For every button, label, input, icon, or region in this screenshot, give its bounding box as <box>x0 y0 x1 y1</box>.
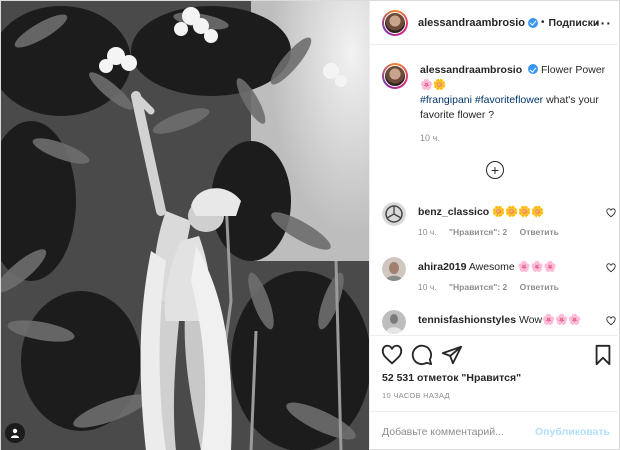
reply-button[interactable]: Ответить <box>520 227 559 237</box>
likes-count[interactable]: 52 531 отметок "Нравится" <box>382 372 521 384</box>
post-photo[interactable] <box>1 1 369 450</box>
user-icon <box>11 428 19 438</box>
author-username[interactable]: alessandraambrosio <box>418 17 525 29</box>
bookmark-icon[interactable] <box>592 344 614 366</box>
caption-emojis: 🌸🌼 <box>420 79 447 91</box>
comment-username[interactable]: ahira2019 <box>418 261 466 273</box>
comment-avatar[interactable] <box>382 257 406 281</box>
post-time-ago[interactable]: 10 ЧАСОВ НАЗАД <box>382 391 450 400</box>
post-header: alessandraambrosio • Подписки ··· <box>370 1 620 45</box>
comment-likes[interactable]: "Нравится": 2 <box>449 227 507 237</box>
comment-item: ahira2019 Awesome 🌸🌸🌸 10 ч. "Нравится": … <box>382 257 616 292</box>
comment-likes[interactable]: "Нравится": 2 <box>449 282 507 292</box>
comments-scroll-area[interactable]: alessandraambrosio Flower Power 🌸🌼 #fran… <box>370 57 620 335</box>
more-horizontal-icon[interactable]: ··· <box>595 15 612 31</box>
verified-icon <box>528 64 539 74</box>
caption-avatar[interactable] <box>382 63 408 89</box>
verified-icon <box>528 17 538 28</box>
post-photo-image <box>1 1 369 450</box>
post-caption: alessandraambrosio Flower Power 🌸🌼 #fran… <box>382 63 612 143</box>
comment-item: tennisfashionstyles Wow🌸🌸🌸 <box>382 310 616 334</box>
comment-avatar[interactable] <box>382 310 406 334</box>
comment-text: Wow🌸🌸🌸 <box>518 314 582 326</box>
heart-icon[interactable] <box>381 344 403 366</box>
plus-circle-icon[interactable]: + <box>486 161 504 179</box>
comment-text: Awesome 🌸🌸🌸 <box>468 261 557 273</box>
caption-username[interactable]: alessandraambrosio <box>420 64 522 76</box>
heart-icon[interactable] <box>606 316 616 326</box>
comment-username[interactable]: benz_classico <box>418 206 489 218</box>
reply-button[interactable]: Ответить <box>520 282 559 292</box>
comment-item: benz_classico 🌼🌼🌼🌼 10 ч. "Нравится": 2 О… <box>382 202 616 237</box>
comment-input[interactable] <box>382 425 532 438</box>
tagged-user-button[interactable] <box>5 423 25 443</box>
comment-icon[interactable] <box>411 344 433 366</box>
post-actions: 52 531 отметок "Нравится" 10 ЧАСОВ НАЗАД <box>370 335 620 405</box>
hashtag-link[interactable]: #favoriteflower <box>475 94 543 106</box>
comment-time[interactable]: 10 ч. <box>418 227 437 237</box>
author-avatar[interactable] <box>382 9 408 36</box>
publish-button[interactable]: Опубликовать <box>535 426 610 438</box>
share-icon[interactable] <box>441 344 463 366</box>
post-side-panel: alessandraambrosio • Подписки ··· alessa… <box>369 1 620 450</box>
hashtag-link[interactable]: #frangipani <box>420 94 472 106</box>
caption-text: Flower Power <box>540 64 606 76</box>
heart-icon[interactable] <box>606 208 616 218</box>
instagram-post-window: alessandraambrosio • Подписки ··· alessa… <box>0 0 620 450</box>
caption-time[interactable]: 10 ч. <box>420 133 612 143</box>
comment-username[interactable]: tennisfashionstyles <box>418 314 516 326</box>
comment-text: 🌼🌼🌼🌼 <box>492 206 545 218</box>
follow-button[interactable]: Подписки <box>549 17 600 29</box>
add-comment-bar: Опубликовать <box>370 411 620 450</box>
comment-avatar[interactable] <box>382 202 406 226</box>
heart-icon[interactable] <box>606 263 616 273</box>
header-separator: • <box>541 17 545 28</box>
comment-time[interactable]: 10 ч. <box>418 282 437 292</box>
